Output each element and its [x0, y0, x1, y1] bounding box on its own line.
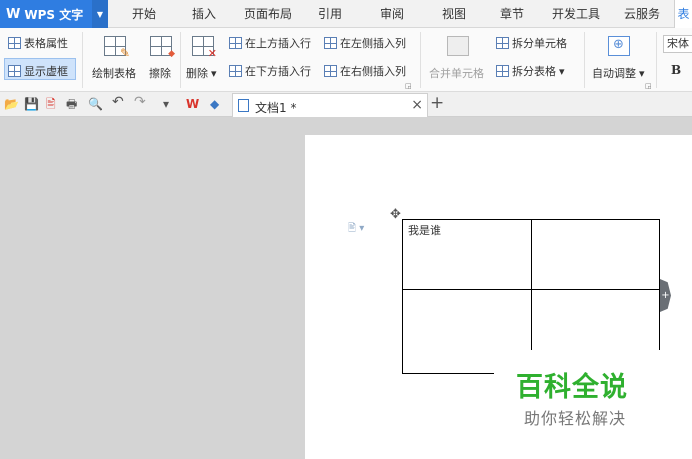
eraser-button[interactable]: 擦除	[149, 65, 171, 81]
show-gridlines-label: 显示虚框	[24, 65, 68, 78]
bold-button[interactable]: B	[671, 63, 681, 77]
document-tab[interactable]: 文档1 * ×	[232, 93, 428, 117]
insert-col-left-icon	[324, 37, 337, 49]
chevron-down-icon: ▾	[211, 66, 217, 80]
eraser-icon[interactable]	[150, 36, 175, 59]
quick-access-bar: 📂 💾 🖹 🖶 🔍 ↶ ↷ ▾ W ◆ 文档1 * × +	[0, 92, 692, 117]
new-tab-button[interactable]: +	[430, 93, 444, 113]
font-name-select[interactable]: 宋体	[663, 35, 692, 53]
tab-references[interactable]: 引用	[312, 0, 348, 28]
table-properties-button[interactable]: 表格属性	[8, 35, 68, 51]
tab-developer[interactable]: 开发工具	[548, 0, 604, 28]
print-preview-icon[interactable]: 🔍	[88, 97, 103, 111]
app-dropdown-button[interactable]: ▼	[92, 0, 108, 28]
table-properties-label: 表格属性	[24, 37, 68, 50]
delete-label: 删除	[186, 67, 208, 80]
insert-row-above-label: 在上方插入行	[245, 37, 311, 50]
save-icon[interactable]: 💾	[24, 97, 39, 111]
draw-table-icon[interactable]	[104, 36, 130, 60]
document-icon	[238, 99, 249, 112]
export-pdf-icon[interactable]: 🖹	[46, 97, 56, 111]
tab-table[interactable]: 表	[674, 0, 692, 28]
chevron-down-icon: ▾	[559, 64, 565, 78]
tab-chapter[interactable]: 章节	[494, 0, 530, 28]
split-cells-label: 拆分单元格	[512, 37, 567, 50]
insert-col-left-button[interactable]: 在左侧插入列	[324, 35, 406, 51]
insert-row-below-button[interactable]: 在下方插入行	[229, 63, 311, 79]
autofit-label: 自动调整	[592, 67, 636, 80]
tab-view[interactable]: 视图	[436, 0, 472, 28]
tab-cloud[interactable]: 云服务	[618, 0, 666, 28]
separator	[656, 32, 657, 88]
table-cell[interactable]: 我是谁	[402, 219, 532, 290]
separator	[420, 32, 421, 88]
split-cells-icon	[496, 37, 509, 49]
separator	[180, 32, 181, 88]
split-cells-button[interactable]: 拆分单元格	[496, 35, 567, 51]
gridlines-icon	[8, 65, 21, 77]
insert-col-right-label: 在右侧插入列	[340, 65, 406, 78]
insert-row-below-label: 在下方插入行	[245, 65, 311, 78]
show-gridlines-button[interactable]: 显示虚框	[8, 63, 68, 79]
split-table-icon	[496, 65, 509, 77]
app-name: WPS 文字	[24, 7, 84, 22]
split-table-button[interactable]: 拆分表格 ▾	[496, 63, 565, 79]
merge-cells-button[interactable]: 合并单元格	[429, 65, 484, 81]
draw-table-button[interactable]: 绘制表格	[92, 65, 136, 81]
cloud-doc-icon[interactable]: ◆	[210, 97, 219, 111]
undo-icon[interactable]: ↶	[112, 95, 124, 109]
autofit-icon[interactable]	[608, 36, 630, 56]
ribbon: 表格属性 显示虚框 绘制表格 擦除 删除 ▾ 在上方插入行 在下方插入行 在左侧…	[0, 28, 692, 92]
delete-button[interactable]: 删除 ▾	[186, 65, 217, 81]
document-tab-title: 文档1 *	[255, 101, 297, 115]
table-properties-icon	[8, 37, 21, 49]
tab-home[interactable]: 开始	[124, 0, 164, 28]
insert-row-above-icon	[229, 37, 242, 49]
app-menu-button[interactable]: W WPS 文字	[0, 0, 92, 28]
paragraph-options-icon[interactable]: 🖹 ▾	[348, 221, 368, 235]
watermark-subtitle: 助你轻松解决	[524, 409, 627, 428]
dialog-launcher-icon[interactable]: ◲	[645, 82, 652, 90]
chevron-down-icon: ▾	[639, 66, 645, 80]
dialog-launcher-icon[interactable]: ◲	[405, 82, 412, 90]
tab-page-layout[interactable]: 页面布局	[240, 0, 296, 28]
table-move-handle-icon[interactable]: ✥	[390, 207, 401, 222]
separator	[584, 32, 585, 88]
menu-bar: W WPS 文字 ▼ 开始 插入 页面布局 引用 审阅 视图 章节 开发工具 云…	[0, 0, 692, 28]
customize-quickbar-icon[interactable]: ▾	[163, 97, 169, 111]
tab-insert[interactable]: 插入	[186, 0, 222, 28]
print-icon[interactable]: 🖶	[66, 97, 77, 111]
tab-review[interactable]: 审阅	[374, 0, 410, 28]
open-icon[interactable]: 📂	[4, 97, 19, 111]
wps-logo-icon[interactable]: W	[186, 97, 199, 111]
insert-row-below-icon	[229, 65, 242, 77]
redo-icon[interactable]: ↷	[134, 95, 146, 109]
table-row: 我是谁	[402, 219, 660, 290]
insert-col-right-button[interactable]: 在右侧插入列	[324, 63, 406, 79]
wps-logo: W	[6, 6, 21, 22]
close-icon[interactable]: ×	[411, 97, 423, 113]
insert-row-above-button[interactable]: 在上方插入行	[229, 35, 311, 51]
watermark-title: 百科全说	[516, 372, 628, 403]
insert-col-left-label: 在左侧插入列	[340, 37, 406, 50]
insert-col-right-icon	[324, 65, 337, 77]
delete-icon[interactable]	[192, 36, 217, 60]
split-table-label: 拆分表格	[512, 65, 556, 78]
table-cell[interactable]	[530, 219, 660, 290]
merge-cells-icon[interactable]	[447, 36, 469, 56]
autofit-button[interactable]: 自动调整 ▾	[592, 65, 645, 81]
separator	[82, 32, 83, 88]
